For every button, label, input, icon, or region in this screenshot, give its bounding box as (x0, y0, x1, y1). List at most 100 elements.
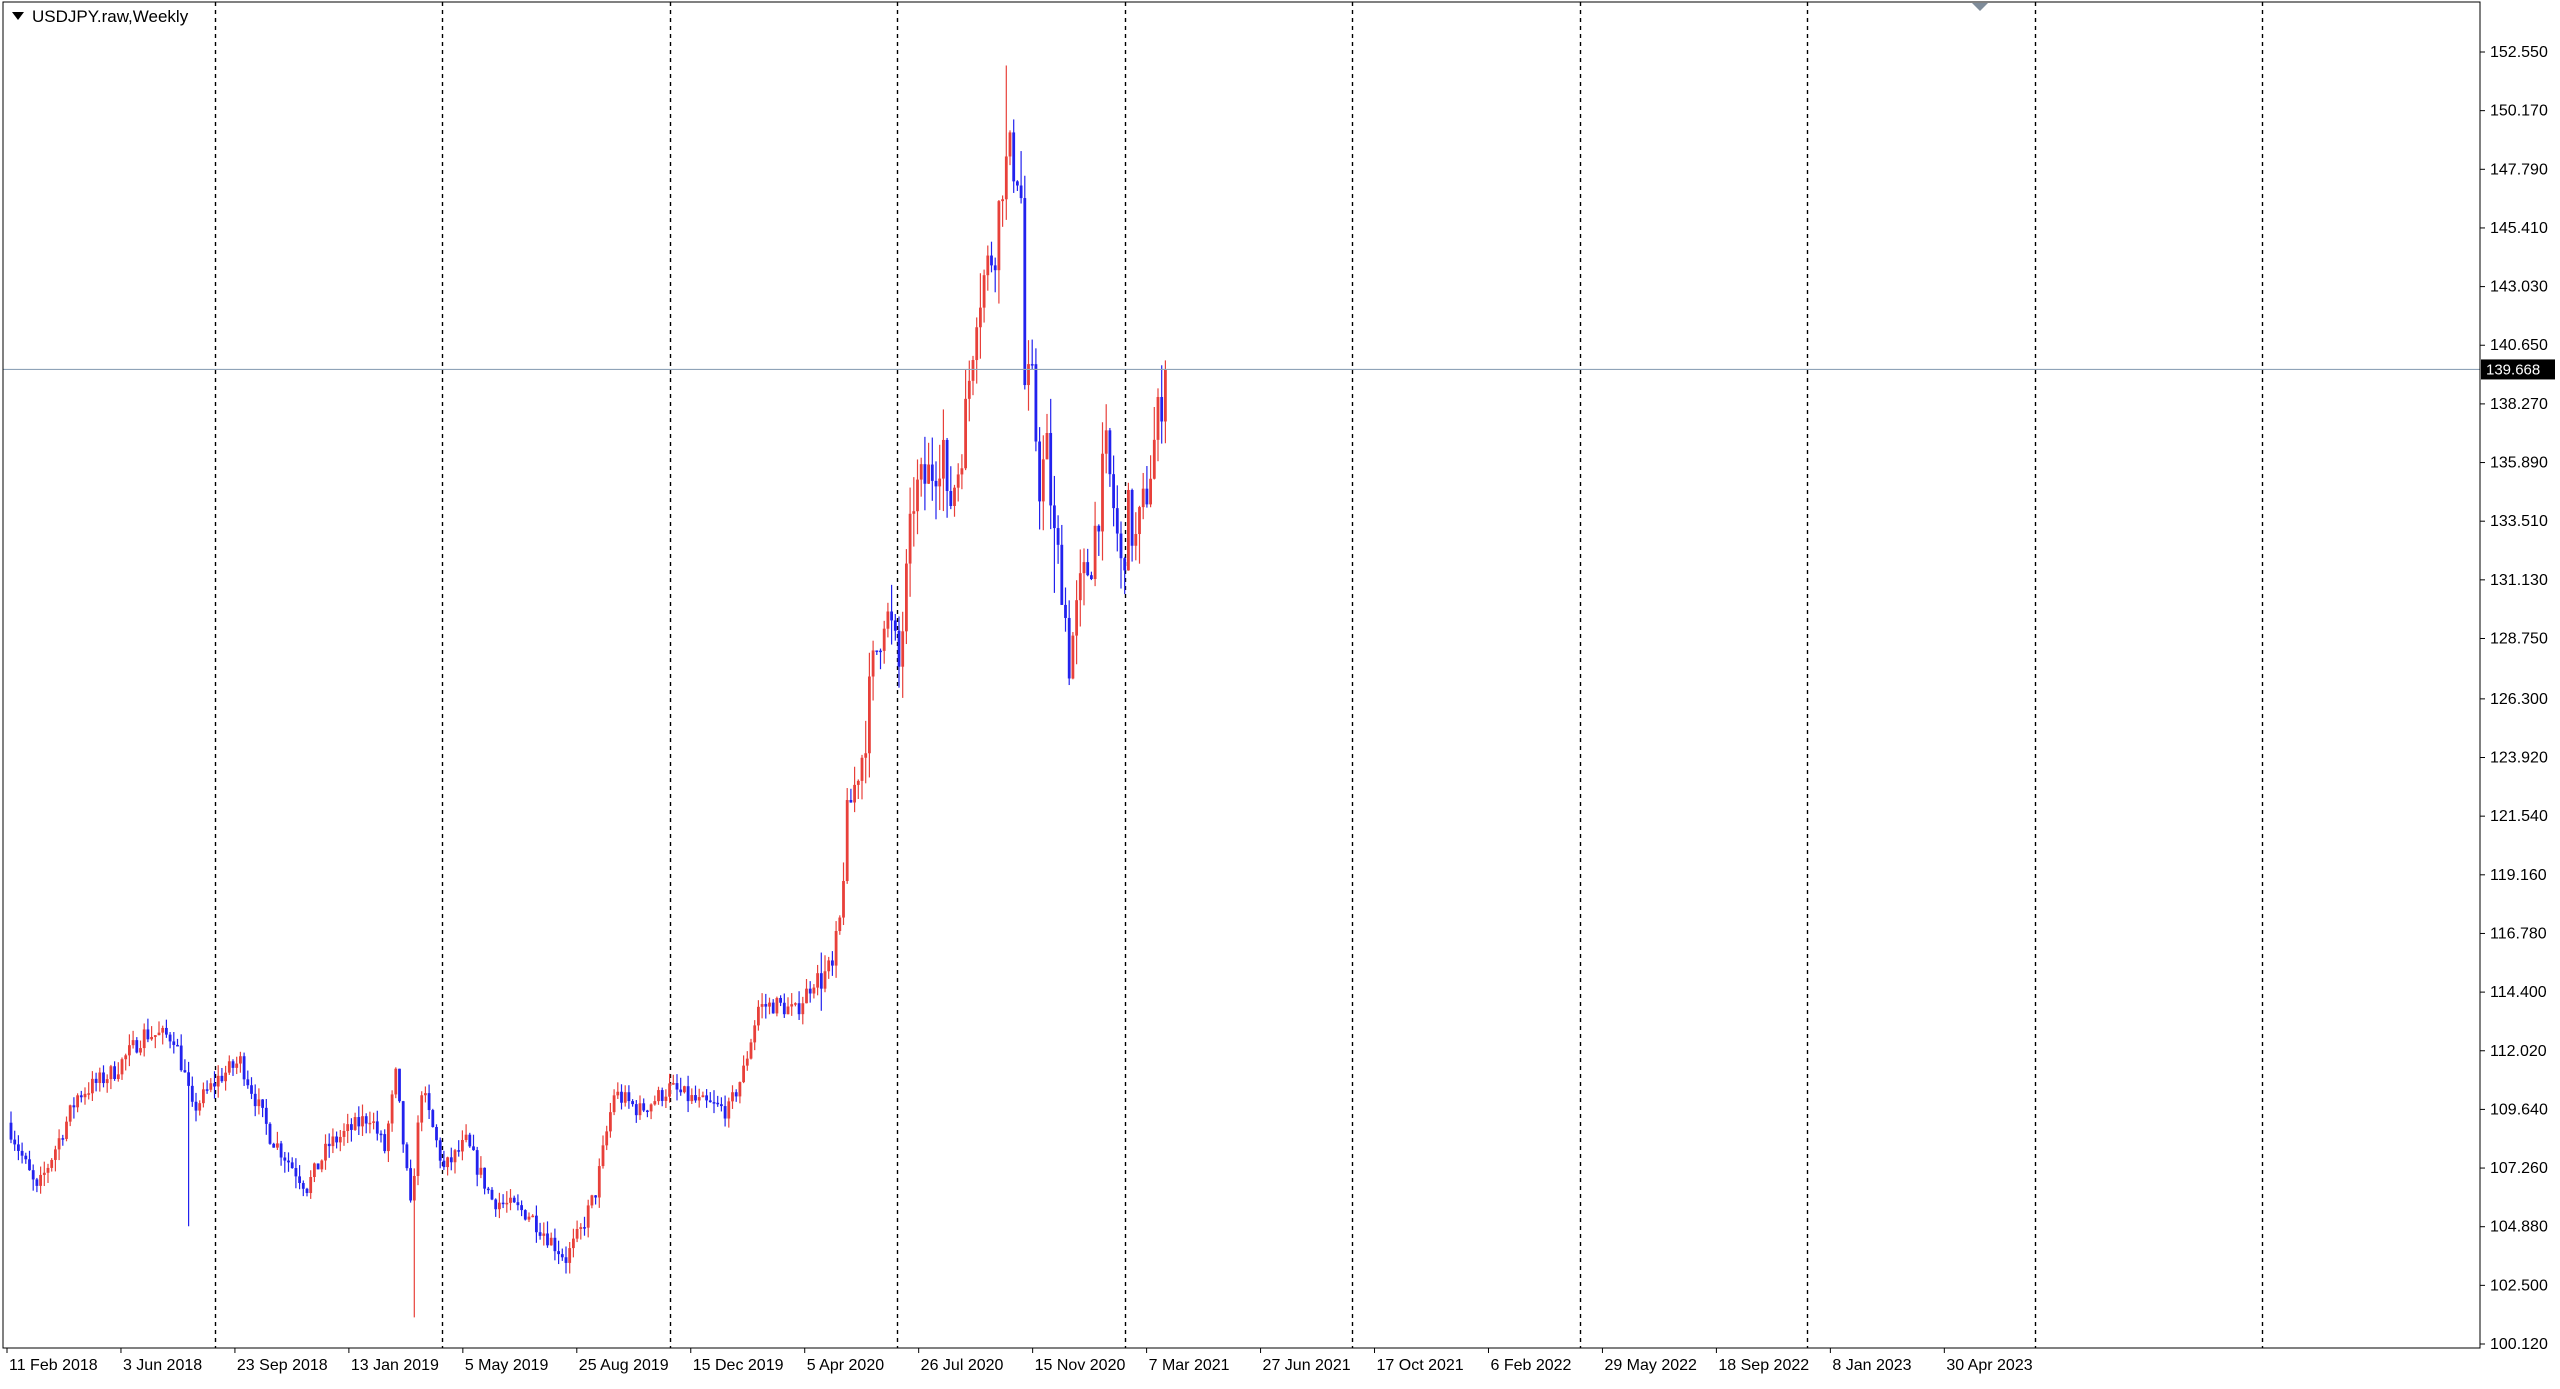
candle-body (390, 1094, 394, 1124)
price-axis[interactable]: 152.550 150.170 147.790 145.410 143.030 140.6… (2480, 44, 2548, 1353)
candle-body (549, 1237, 553, 1246)
candle-body (338, 1136, 342, 1143)
time-axis[interactable]: 11 Feb 2018 3 Jun 2018 23 Sep 2018 13 Jan 2… (6, 1348, 2033, 1374)
candle-body (1030, 364, 1034, 366)
y-tick-label: 104.880 (2490, 1219, 2548, 1236)
candle-body (76, 1095, 79, 1108)
candle-body (479, 1167, 483, 1175)
candle-body (927, 464, 930, 484)
candle-body (1123, 558, 1127, 571)
candle-body (83, 1093, 87, 1098)
candle-body (975, 327, 979, 361)
candle-body (372, 1121, 375, 1123)
candle-body (1097, 525, 1101, 532)
candle-body (601, 1145, 605, 1167)
candle-body (560, 1254, 564, 1258)
candle-body (224, 1072, 227, 1082)
candle-body (1090, 575, 1093, 580)
candle-body (398, 1068, 401, 1102)
candle-body (183, 1070, 187, 1073)
candle-body (205, 1089, 209, 1091)
candle-body (313, 1163, 316, 1178)
current-price-label: 139.668 (2486, 361, 2540, 378)
y-tick-label: 135.890 (2490, 455, 2548, 472)
x-tick-label: 5 Apr 2020 (807, 1357, 885, 1374)
candle-body (498, 1202, 501, 1210)
candle-body (350, 1124, 353, 1130)
candle-body (202, 1089, 205, 1104)
candle-body (764, 1004, 768, 1007)
candle-body (1071, 635, 1075, 679)
candle-body (949, 491, 953, 506)
candle-body (575, 1228, 579, 1239)
candle-body (1045, 432, 1049, 460)
candle-body (775, 997, 779, 1014)
candle-body (967, 380, 971, 399)
current-price-tag: 139.668 (2481, 359, 2555, 380)
candles (9, 65, 1167, 1318)
candle-body (842, 881, 845, 918)
dropdown-triangle-icon[interactable] (12, 12, 24, 20)
candle-body (176, 1044, 179, 1047)
candle-body (457, 1150, 461, 1152)
x-tick-label: 29 May 2022 (1604, 1357, 1697, 1374)
candle-body (475, 1150, 479, 1175)
candle-body (901, 631, 905, 667)
candle-body (368, 1122, 372, 1125)
candle-body (209, 1083, 213, 1090)
candle-body (1082, 562, 1086, 574)
candle-body (634, 1104, 638, 1116)
candle-body (1075, 600, 1078, 636)
candle-body (742, 1065, 745, 1083)
candle-body (568, 1248, 572, 1263)
candlestick-chart[interactable]: 152.550 150.170 147.790 145.410 143.030 140.6… (0, 0, 2560, 1389)
candle-body (586, 1205, 590, 1228)
symbol-title[interactable]: USDJPY.raw,Weekly (12, 7, 189, 26)
candle-body (790, 1004, 794, 1007)
y-tick-label: 152.550 (2490, 44, 2548, 61)
y-tick-label: 133.510 (2490, 513, 2548, 530)
candle-body (1127, 489, 1130, 571)
candle-body (1134, 534, 1138, 546)
candle-body (490, 1189, 494, 1200)
candle-body (890, 611, 893, 621)
candle-body (1112, 474, 1115, 509)
candle-body (979, 307, 982, 328)
candle-body (449, 1157, 453, 1163)
candle-body (253, 1093, 257, 1107)
candle-body (683, 1086, 686, 1093)
candle-body (276, 1143, 279, 1148)
candle-body (472, 1146, 475, 1151)
candle-body (109, 1066, 113, 1080)
candle-body (1019, 185, 1023, 199)
y-tick-label: 138.270 (2490, 396, 2548, 413)
candle-body (945, 439, 949, 492)
candle-body (346, 1124, 350, 1132)
chart-window[interactable]: 152.550 150.170 147.790 145.410 143.030 140.6… (0, 0, 2560, 1389)
candle-body (1086, 562, 1090, 576)
y-tick-label: 112.020 (2490, 1043, 2547, 1060)
candle-body (172, 1041, 176, 1045)
candle-body (142, 1029, 146, 1049)
candle-body (383, 1134, 387, 1152)
candle-body (1108, 430, 1112, 475)
candle-body (401, 1101, 405, 1145)
candle-body (198, 1103, 202, 1111)
candle-body (239, 1056, 242, 1064)
candle-body (331, 1136, 335, 1147)
candle-body (1008, 132, 1012, 157)
candle-body (1078, 573, 1082, 601)
candle-body (165, 1027, 168, 1035)
candle-body (731, 1092, 734, 1102)
candle-body (431, 1110, 435, 1128)
candle-body (960, 468, 964, 475)
candle-body (316, 1163, 320, 1170)
candle-body (42, 1172, 46, 1175)
shift-marker-icon[interactable] (1972, 3, 1988, 11)
candle-body (54, 1149, 57, 1160)
candle-body (1053, 505, 1056, 529)
candle-body (535, 1215, 538, 1233)
candle-body (79, 1095, 83, 1098)
candle-body (446, 1157, 449, 1168)
candle-body (20, 1150, 24, 1156)
